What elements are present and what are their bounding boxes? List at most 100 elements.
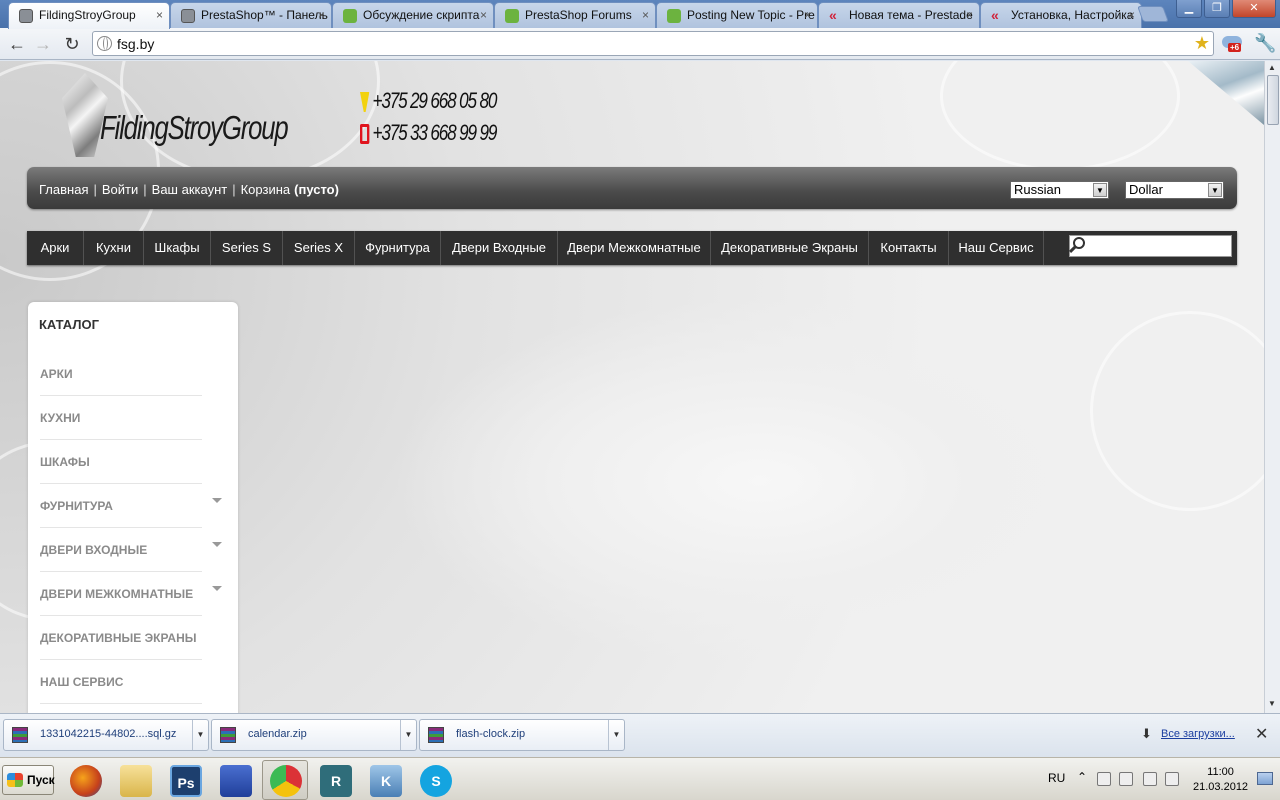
antivirus-icon[interactable] <box>1119 772 1133 786</box>
catalog-item-wardrobes[interactable]: ШКАФЫ <box>40 440 202 484</box>
browser-tab-2[interactable]: PrestaShop™ - Панель × <box>170 2 332 28</box>
chevron-down-icon[interactable]: ▼ <box>192 720 208 750</box>
url-text[interactable]: fsg.by <box>117 36 154 52</box>
back-arrow-icon[interactable]: ← <box>6 33 28 55</box>
address-bar[interactable]: fsg.by ★ <box>92 31 1214 56</box>
menu-item-decorative-screens[interactable]: Декоративные Экраны <box>711 231 869 265</box>
taskbar-app-chrome[interactable] <box>262 760 308 800</box>
scroll-thumb[interactable] <box>1267 75 1279 125</box>
minimize-icon[interactable]: ▁ <box>1176 0 1202 18</box>
menu-item-our-service[interactable]: Наш Сервис <box>949 231 1044 265</box>
chrome-icon <box>270 765 302 797</box>
catalog-item-kitchens[interactable]: КУХНИ <box>40 396 202 440</box>
menu-item-entrance-doors[interactable]: Двери Входные <box>441 231 558 265</box>
restore-icon[interactable]: ❐ <box>1204 0 1230 18</box>
menu-item-kitchens[interactable]: Кухни <box>84 231 144 265</box>
expand-arrow-icon[interactable] <box>212 498 222 503</box>
close-window-icon[interactable]: ✕ <box>1232 0 1276 18</box>
tab-close-icon[interactable]: × <box>318 3 325 27</box>
show-desktop-icon[interactable] <box>1257 772 1273 785</box>
tab-close-icon[interactable]: × <box>156 3 163 27</box>
bookmark-star-icon[interactable]: ★ <box>1194 33 1210 54</box>
signal-icon[interactable] <box>1143 772 1157 786</box>
expand-arrow-icon[interactable] <box>212 542 222 547</box>
cart-link[interactable]: Корзина <box>241 182 291 197</box>
taskbar-app-rpc[interactable]: R <box>312 760 358 800</box>
browser-tab-4[interactable]: PrestaShop Forums × <box>494 2 656 28</box>
cart-status: (пусто) <box>294 182 339 197</box>
save-disk-icon <box>220 765 252 797</box>
menu-item-arki[interactable]: Арки <box>27 231 84 265</box>
browser-tab-7[interactable]: « Установка, Настройка × <box>980 2 1142 28</box>
download-filename: flash-clock.zip <box>456 728 526 740</box>
browser-tab-1[interactable]: FildingStroyGroup × <box>8 2 170 29</box>
catalog-item-entrance-doors[interactable]: ДВЕРИ ВХОДНЫЕ <box>40 528 222 572</box>
tab-close-icon[interactable]: × <box>642 3 649 27</box>
start-button[interactable]: Пуск <box>2 765 55 795</box>
phone-mts: +375 33 668 99 99 <box>360 120 497 152</box>
taskbar-app-koala[interactable]: K <box>362 760 408 800</box>
tab-close-icon[interactable]: × <box>480 3 487 27</box>
menu-item-wardrobes[interactable]: Шкафы <box>144 231 211 265</box>
tab-close-icon[interactable]: × <box>966 3 973 27</box>
download-filename: 1331042215-44802....sql.gz <box>40 728 177 740</box>
close-shelf-icon[interactable]: ✕ <box>1255 724 1268 744</box>
taskbar-app-skype[interactable]: S <box>412 760 458 800</box>
catalog-item-our-service[interactable]: НАШ СЕРВИС <box>40 660 202 704</box>
taskbar-app-save[interactable] <box>212 760 258 800</box>
download-item[interactable]: flash-clock.zip ▼ <box>419 719 625 751</box>
currency-select[interactable]: Dollar ▼ <box>1125 181 1224 199</box>
menu-item-hardware[interactable]: Фурнитура <box>355 231 441 265</box>
winrar-archive-icon <box>220 727 236 743</box>
new-tab-button[interactable] <box>1137 6 1169 22</box>
browser-tab-6[interactable]: « Новая тема - Prestade × <box>818 2 980 28</box>
network-warning-icon[interactable] <box>1097 772 1111 786</box>
site-logo[interactable]: FildingStroyGroup <box>62 73 292 173</box>
catalog-block: КАТАЛОГ АРКИ КУХНИ ШКАФЫ ФУРНИТУРА ДВЕРИ… <box>28 302 238 713</box>
menu-item-interior-doors[interactable]: Двери Межкомнатные <box>558 231 711 265</box>
page-scrollbar[interactable]: ▲ ▼ <box>1264 61 1280 713</box>
menu-item-series-s[interactable]: Series S <box>211 231 283 265</box>
browser-tab-3[interactable]: Обсуждение скрипта × <box>332 2 494 28</box>
account-link[interactable]: Ваш аккаунт <box>152 182 228 197</box>
catalog-item-decorative-screens[interactable]: ДЕКОРАТИВНЫЕ ЭКРАНЫ <box>40 616 202 660</box>
download-item[interactable]: calendar.zip ▼ <box>211 719 417 751</box>
search-icon[interactable] <box>1073 237 1085 249</box>
rpc-icon: R <box>320 765 352 797</box>
taskbar-app-firefox[interactable] <box>62 760 108 800</box>
wrench-menu-icon[interactable]: 🔧 <box>1254 33 1276 54</box>
expand-arrow-icon[interactable] <box>212 586 222 591</box>
menu-item-contacts[interactable]: Контакты <box>869 231 949 265</box>
forward-arrow-icon[interactable]: → <box>32 33 54 55</box>
chevron-down-icon[interactable]: ▼ <box>608 720 624 750</box>
scroll-up-icon[interactable]: ▲ <box>1268 63 1276 72</box>
login-link[interactable]: Войти <box>102 182 138 197</box>
chevron-down-icon[interactable]: ▼ <box>400 720 416 750</box>
language-select[interactable]: Russian ▼ <box>1010 181 1109 199</box>
browser-tab-5[interactable]: Posting New Topic - Pre × <box>656 2 818 28</box>
language-indicator[interactable]: RU <box>1048 771 1065 785</box>
catalog-item-interior-doors[interactable]: ДВЕРИ МЕЖКОМНАТНЫЕ <box>40 572 222 616</box>
all-downloads-link[interactable]: ⬇ Все загрузки... <box>1141 726 1235 741</box>
tab-close-icon[interactable]: × <box>804 3 811 27</box>
photoshop-icon: Ps <box>170 765 202 797</box>
tab-close-icon[interactable]: × <box>1128 3 1135 27</box>
taskbar-app-folder[interactable] <box>112 760 158 800</box>
winrar-archive-icon <box>12 727 28 743</box>
taskbar-app-photoshop[interactable]: Ps <box>162 760 208 800</box>
scroll-down-icon[interactable]: ▼ <box>1268 699 1276 708</box>
browser-tab-title: Установка, Настройка <box>1011 8 1134 22</box>
search-input[interactable] <box>1069 235 1232 257</box>
tray-expand-icon[interactable]: ⌃ <box>1077 770 1087 784</box>
download-item[interactable]: 1331042215-44802....sql.gz ▼ <box>3 719 209 751</box>
menu-item-series-x[interactable]: Series X <box>283 231 355 265</box>
clock[interactable]: 11:00 21.03.2012 <box>1193 765 1248 795</box>
home-link[interactable]: Главная <box>39 182 88 197</box>
volume-icon[interactable] <box>1165 772 1179 786</box>
catalog-item-hardware[interactable]: ФУРНИТУРА <box>40 484 222 528</box>
catalog-item-arki[interactable]: АРКИ <box>40 352 202 396</box>
weather-extension-icon[interactable]: +6 <box>1222 34 1244 54</box>
browser-tab-strip: FildingStroyGroup × PrestaShop™ - Панель… <box>0 0 1280 29</box>
reload-icon[interactable]: ↻ <box>61 33 83 55</box>
background-swirl <box>1090 311 1264 511</box>
